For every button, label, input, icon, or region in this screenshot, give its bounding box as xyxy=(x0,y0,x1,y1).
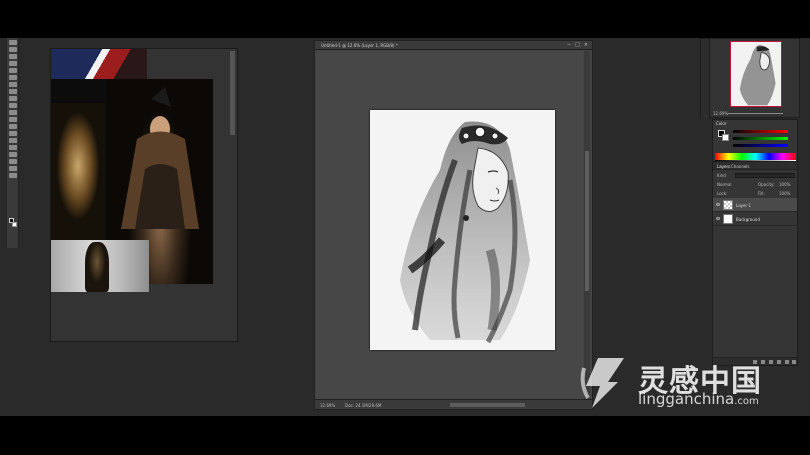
navigator-preview xyxy=(739,45,776,106)
reference-scrollbar[interactable] xyxy=(230,51,235,135)
minimize-icon[interactable]: − xyxy=(567,42,571,48)
tab-layers[interactable]: Layers xyxy=(717,164,730,169)
close-icon[interactable]: × xyxy=(584,42,588,48)
layer-filter-kind[interactable]: Kind xyxy=(717,173,726,178)
watermark-domain: lingganchina.com xyxy=(638,390,759,408)
horizontal-scroll-thumb[interactable] xyxy=(450,403,525,407)
red-slider[interactable] xyxy=(733,130,788,133)
layers-tabs: Layers Channels xyxy=(713,162,797,170)
blend-mode-select[interactable]: Normal xyxy=(717,182,731,187)
visibility-eye-icon[interactable] xyxy=(716,217,720,220)
green-slider[interactable] xyxy=(733,137,788,140)
canvas-artboard[interactable] xyxy=(370,110,555,350)
history-brush-tool-icon[interactable] xyxy=(8,103,17,108)
shape-tool-icon[interactable] xyxy=(8,159,17,164)
document-title-bar[interactable]: Untitled-1 @ 12.6% (Layer 1, RGB/8) * − … xyxy=(315,41,592,50)
clone-stamp-tool-icon[interactable] xyxy=(8,96,17,101)
eyedropper-tool-icon[interactable] xyxy=(8,75,17,80)
navigator-zoom[interactable]: 12.69% xyxy=(713,111,728,116)
runway-model-sketch xyxy=(121,87,199,229)
armor-model-figure xyxy=(85,242,109,292)
opacity-label: Opacity: xyxy=(758,182,775,187)
color-tab[interactable]: Color xyxy=(716,121,726,126)
hand-tool-icon[interactable] xyxy=(8,166,17,171)
lasso-tool-icon[interactable] xyxy=(8,54,17,59)
zoom-level[interactable]: 12.69% xyxy=(320,403,335,408)
navigator-thumbnail[interactable] xyxy=(730,41,782,107)
vertical-scroll-thumb[interactable] xyxy=(585,151,589,291)
watermark-domain-name: lingganchina xyxy=(638,390,735,408)
document-size: Doc: 24.1M/29.6M xyxy=(345,403,382,408)
panel-icon-strip[interactable] xyxy=(701,39,710,119)
watermark-domain-tld: .com xyxy=(734,396,759,407)
portrait-sketch xyxy=(400,121,530,344)
background-color-swatch[interactable] xyxy=(12,222,17,227)
layers-panel: Layers Channels Kind Normal Opacity: 100… xyxy=(712,161,798,366)
lock-label: Lock: xyxy=(717,191,728,196)
color-background-swatch[interactable] xyxy=(722,134,729,141)
window-controls: − □ × xyxy=(567,42,588,48)
layer-row-layer-1[interactable]: Layer 1 xyxy=(713,198,797,212)
zoom-tool-icon[interactable] xyxy=(8,173,17,178)
layer-thumbnail xyxy=(723,200,733,210)
marquee-tool-icon[interactable] xyxy=(8,47,17,52)
tools-panel xyxy=(7,38,19,248)
layer-name: Layer 1 xyxy=(736,203,751,208)
blue-slider[interactable] xyxy=(733,144,788,147)
healing-brush-tool-icon[interactable] xyxy=(8,82,17,87)
dodge-tool-icon[interactable] xyxy=(8,131,17,136)
move-tool-icon[interactable] xyxy=(8,40,17,45)
reference-photo-flag xyxy=(51,49,147,80)
path-select-tool-icon[interactable] xyxy=(8,152,17,157)
gradient-tool-icon[interactable] xyxy=(8,117,17,122)
blur-tool-icon[interactable] xyxy=(8,124,17,129)
watermark-logo-icon xyxy=(580,358,624,408)
pen-tool-icon[interactable] xyxy=(8,138,17,143)
watermark: 灵感中国 lingganchina.com xyxy=(578,352,803,412)
quick-select-tool-icon[interactable] xyxy=(8,61,17,66)
tab-channels[interactable]: Channels xyxy=(731,164,750,169)
color-spectrum-ramp[interactable] xyxy=(715,153,796,160)
eraser-tool-icon[interactable] xyxy=(8,110,17,115)
reference-photo-gold-armor-model xyxy=(51,240,149,292)
document-title: Untitled-1 @ 12.6% (Layer 1, RGB/8) * xyxy=(321,43,398,48)
color-panel: Color xyxy=(712,119,798,163)
maximize-icon[interactable]: □ xyxy=(575,42,580,48)
document-vertical-scrollbar[interactable] xyxy=(584,51,590,399)
layer-row-background[interactable]: Background xyxy=(713,212,797,226)
type-tool-icon[interactable] xyxy=(8,145,17,150)
visibility-eye-icon[interactable] xyxy=(716,203,720,206)
document-status-bar: 12.69% Doc: 24.1M/29.6M xyxy=(315,399,592,409)
fill-label: Fill: xyxy=(758,191,765,196)
layer-filter-icons[interactable] xyxy=(735,173,795,178)
fill-input[interactable]: 100% xyxy=(779,191,790,196)
layer-name: Background xyxy=(736,217,760,222)
tools-separator xyxy=(9,180,17,182)
navigator-zoom-slider[interactable] xyxy=(728,113,783,114)
opacity-input[interactable]: 100% xyxy=(779,182,790,187)
brush-tool-icon[interactable] xyxy=(8,89,17,94)
crop-tool-icon[interactable] xyxy=(8,68,17,73)
layer-thumbnail xyxy=(723,214,733,224)
